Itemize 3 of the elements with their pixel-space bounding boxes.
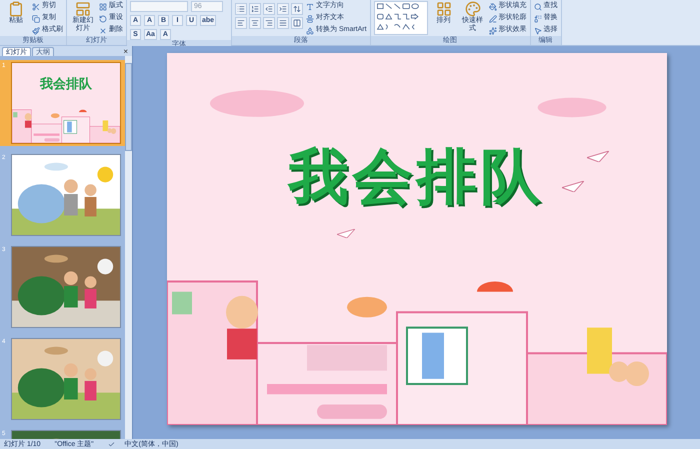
close-button[interactable]: × [121,47,130,56]
slide-title: 我会排队 [288,142,544,212]
thumbnail-title: 我会排队 [40,75,92,94]
